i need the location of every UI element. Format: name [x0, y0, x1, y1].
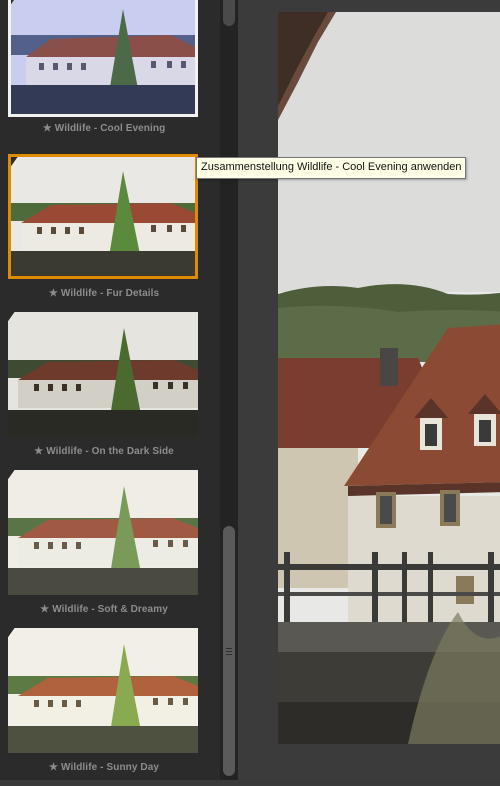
mill-photo-preview [278, 12, 500, 744]
mill-scene-thumbnail [11, 0, 195, 114]
mill-scene-thumbnail [11, 157, 195, 276]
star-icon: ★ [34, 446, 44, 457]
preset-tooltip: Zusammenstellung Wildlife - Cool Evening… [196, 157, 467, 179]
preset-item-fur-details[interactable]: ★ Wildlife - Fur Details [0, 154, 208, 312]
preset-label-text: Wildlife - Cool Evening [54, 123, 166, 134]
preset-label-text: Wildlife - Sunny Day [61, 762, 160, 773]
thumbnail-corner-tab [11, 157, 19, 169]
preset-label: ★ Wildlife - Soft & Dreamy [0, 604, 208, 615]
preset-label: ★ Wildlife - Cool Evening [0, 123, 208, 134]
preset-thumbnail[interactable] [8, 628, 198, 753]
mill-scene-thumbnail [8, 628, 198, 753]
preset-label: ★ Wildlife - On the Dark Side [0, 446, 208, 457]
preset-thumbnail[interactable] [8, 470, 198, 595]
star-icon: ★ [48, 288, 58, 299]
preset-list-panel: ★ Wildlife - Cool Evening ★ Wildlife - Fur… [0, 0, 220, 780]
star-icon: ★ [48, 762, 59, 773]
image-preview-area [238, 0, 500, 780]
star-icon: ★ [40, 604, 50, 615]
preset-label-text: Wildlife - Soft & Dreamy [52, 604, 168, 615]
preset-thumbnail[interactable] [8, 312, 198, 437]
thumbnail-corner-tab [11, 0, 19, 7]
scrollbar-top-cap [223, 0, 235, 26]
preset-item-on-the-dark-side[interactable]: ★ Wildlife - On the Dark Side [0, 312, 208, 470]
preset-label-text: Wildlife - Fur Details [60, 288, 160, 299]
preset-item-sunny-day[interactable]: ★ Wildlife - Sunny Day [0, 628, 208, 786]
scrollbar-grip-line [226, 654, 232, 655]
mill-scene-thumbnail [8, 470, 198, 595]
preset-list-scrollbar[interactable] [220, 0, 238, 780]
thumbnail-corner-tab [8, 470, 16, 482]
image-preview[interactable] [278, 12, 500, 744]
thumbnail-corner-tab [8, 312, 16, 324]
scrollbar-thumb[interactable] [223, 526, 235, 776]
preset-label: ★ Wildlife - Sunny Day [0, 762, 208, 773]
preset-item-cool-evening[interactable]: ★ Wildlife - Cool Evening [0, 0, 208, 150]
star-icon: ★ [42, 123, 52, 134]
preset-thumbnail[interactable] [8, 154, 198, 279]
preset-label-text: Wildlife - On the Dark Side [46, 446, 174, 457]
preset-label: ★ Wildlife - Fur Details [0, 288, 208, 299]
preset-item-soft-and-dreamy[interactable]: ★ Wildlife - Soft & Dreamy [0, 470, 208, 628]
scrollbar-grip-line [226, 648, 232, 649]
scrollbar-grip-line [226, 651, 232, 652]
preset-thumbnail[interactable] [8, 0, 198, 117]
mill-scene-thumbnail [8, 312, 198, 437]
thumbnail-corner-tab [8, 628, 16, 640]
